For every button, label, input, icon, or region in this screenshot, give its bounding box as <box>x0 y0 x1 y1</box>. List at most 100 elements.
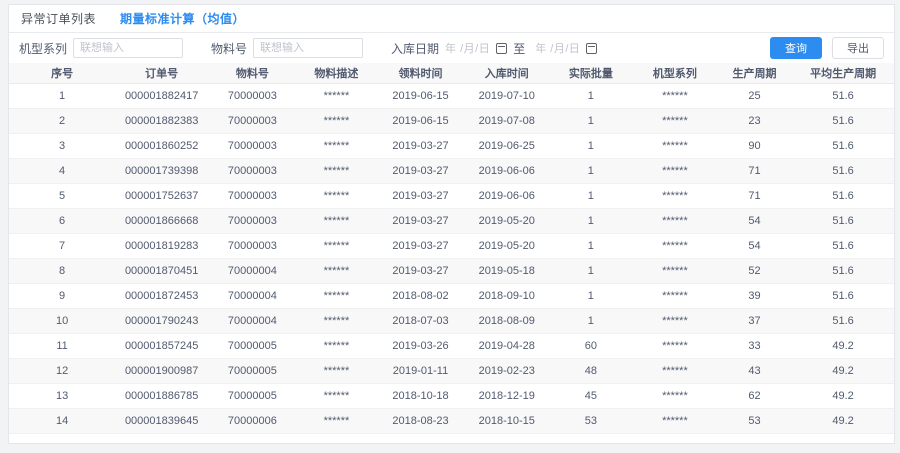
table-row: 1100000185724570000005******2019-03-2620… <box>9 333 894 358</box>
table-cell: 7 <box>9 233 115 258</box>
table-cell: 60 <box>549 333 633 358</box>
table-cell: 000001872453 <box>115 283 208 308</box>
table-cell: ****** <box>297 283 377 308</box>
table-cell: 000001870451 <box>115 258 208 283</box>
table-cell: 25 <box>717 83 792 108</box>
column-header: 物料号 <box>208 63 297 83</box>
tab-abnormal-order-list[interactable]: 异常订单列表 <box>21 10 96 27</box>
table-cell: 39 <box>717 283 792 308</box>
calendar-icon[interactable] <box>496 43 507 54</box>
table-cell: 33 <box>717 333 792 358</box>
table-cell: 52 <box>717 258 792 283</box>
table-cell: 70000003 <box>208 183 297 208</box>
table-cell: 1 <box>549 233 633 258</box>
table-cell: 2019-03-27 <box>376 183 465 208</box>
table-row: 200000188238370000003******2019-06-15201… <box>9 108 894 133</box>
table-row: 600000186666870000003******2019-03-27201… <box>9 208 894 233</box>
table-cell: 70000004 <box>208 258 297 283</box>
table-cell: ****** <box>633 83 717 108</box>
table-cell: 13 <box>9 383 115 408</box>
material-no-label: 物料号 <box>211 40 247 57</box>
table-cell: ****** <box>633 283 717 308</box>
table-cell: 70000004 <box>208 308 297 333</box>
table-cell: 70000003 <box>208 233 297 258</box>
table-row: 400000173939870000003******2019-03-27201… <box>9 158 894 183</box>
table-cell: 2019-03-27 <box>376 258 465 283</box>
date-end-input[interactable]: 年 /月/日 <box>535 40 580 56</box>
column-header: 生产周期 <box>717 63 792 83</box>
table-row: 1300000188678570000005******2018-10-1820… <box>9 383 894 408</box>
model-series-label: 机型系列 <box>19 40 67 57</box>
table-cell: 1 <box>549 258 633 283</box>
table-cell: 49.2 <box>792 333 894 358</box>
table-cell: 54 <box>717 208 792 233</box>
table-row: 900000187245370000004******2018-08-02201… <box>9 283 894 308</box>
table-cell: 4 <box>9 158 115 183</box>
table-cell: 2019-06-06 <box>465 158 549 183</box>
table-cell: 9 <box>9 283 115 308</box>
table-cell: 000001839645 <box>115 408 208 433</box>
column-header: 序号 <box>9 63 115 83</box>
tab-bar: 异常订单列表 期量标准计算（均值） <box>9 5 894 33</box>
table-cell: 2018-10-15 <box>465 408 549 433</box>
column-header: 平均生产周期 <box>792 63 894 83</box>
table-cell: 71 <box>717 183 792 208</box>
table-cell: 51.6 <box>792 283 894 308</box>
table-cell: ****** <box>633 308 717 333</box>
table-cell: 51.6 <box>792 183 894 208</box>
table-cell: 53 <box>717 408 792 433</box>
table-cell: 49.2 <box>792 383 894 408</box>
table-cell: 2019-02-23 <box>465 358 549 383</box>
date-start-input[interactable]: 年 /月/日 <box>445 40 490 56</box>
table-cell: 000001819283 <box>115 233 208 258</box>
table-cell: 1 <box>549 83 633 108</box>
table-cell: 71 <box>717 158 792 183</box>
table-row: 800000187045170000004******2019-03-27201… <box>9 258 894 283</box>
table-cell: 2019-04-28 <box>465 333 549 358</box>
table-cell: 51.6 <box>792 83 894 108</box>
table-cell: 2018-07-03 <box>376 308 465 333</box>
table-cell: 1 <box>549 183 633 208</box>
column-header: 实际批量 <box>549 63 633 83</box>
table-cell: 1 <box>549 308 633 333</box>
table-cell: ****** <box>633 133 717 158</box>
table-cell: ****** <box>633 383 717 408</box>
export-button[interactable]: 导出 <box>832 37 884 59</box>
column-header: 入库时间 <box>465 63 549 83</box>
model-series-input[interactable] <box>73 38 183 58</box>
table-cell: 37 <box>717 308 792 333</box>
column-header: 领料时间 <box>376 63 465 83</box>
table-cell: 2018-09-10 <box>465 283 549 308</box>
table-cell: 70000003 <box>208 158 297 183</box>
table-cell: 10 <box>9 308 115 333</box>
table-cell: 5 <box>9 183 115 208</box>
table-cell: 1 <box>9 83 115 108</box>
table-cell: 2019-05-18 <box>465 258 549 283</box>
table-cell: 1 <box>549 158 633 183</box>
table-cell: 000001886785 <box>115 383 208 408</box>
table-cell: 1 <box>549 108 633 133</box>
table-cell: ****** <box>297 308 377 333</box>
table-cell: 1 <box>549 283 633 308</box>
search-button[interactable]: 查询 <box>770 37 822 59</box>
table-cell: 51.6 <box>792 108 894 133</box>
table-cell: ****** <box>633 333 717 358</box>
column-header: 物料描述 <box>297 63 377 83</box>
table-cell: 000001752637 <box>115 183 208 208</box>
table-cell: 70000005 <box>208 333 297 358</box>
table-cell: 51.6 <box>792 233 894 258</box>
table-cell: 2019-03-27 <box>376 233 465 258</box>
calendar-icon[interactable] <box>586 43 597 54</box>
table-cell: ****** <box>633 408 717 433</box>
table-cell: 12 <box>9 358 115 383</box>
table-cell: ****** <box>297 133 377 158</box>
material-no-input[interactable] <box>253 38 363 58</box>
tab-period-standard-calc-mean[interactable]: 期量标准计算（均值） <box>120 10 245 27</box>
table-cell: 000001900987 <box>115 358 208 383</box>
table-cell: 43 <box>717 358 792 383</box>
table-cell: 23 <box>717 108 792 133</box>
table-cell: ****** <box>297 383 377 408</box>
table-row: 1400000183964570000006******2018-08-2320… <box>9 408 894 433</box>
table-cell: 8 <box>9 258 115 283</box>
table-cell: ****** <box>297 158 377 183</box>
